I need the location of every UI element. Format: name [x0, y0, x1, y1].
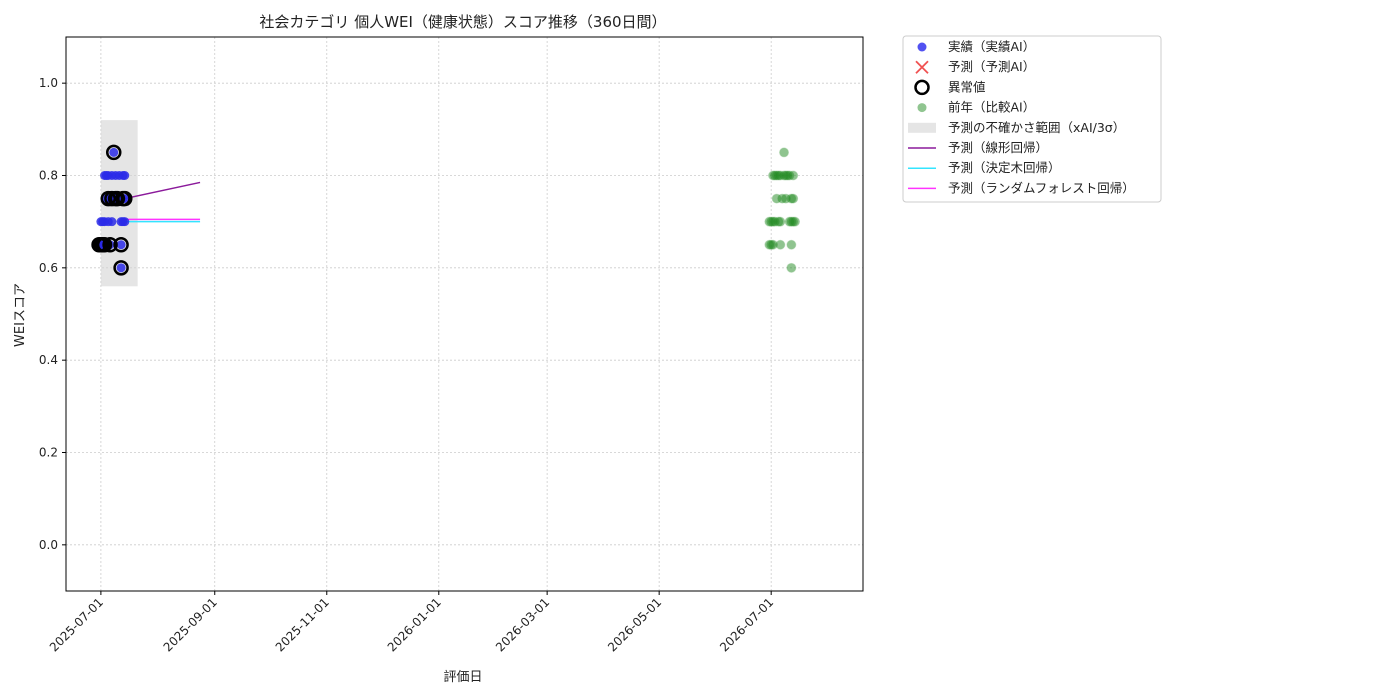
legend-label: 予測（線形回帰）: [948, 140, 1048, 155]
actual-point: [120, 217, 130, 227]
actual-point: [116, 263, 126, 273]
legend-label: 予測（ランダムフォレスト回帰）: [948, 180, 1135, 195]
plot-frame: [65, 36, 864, 592]
x-tick-label: 2026-07-01: [717, 595, 776, 654]
x-tick-label: 2026-05-01: [605, 595, 664, 654]
previous-year-point: [788, 193, 799, 204]
previous-year-point: [786, 239, 797, 250]
x-tick-label: 2025-09-01: [161, 595, 220, 654]
y-tick-label: 1.0: [39, 76, 58, 90]
x-tick-label: 2025-07-01: [47, 595, 106, 654]
actual-point: [116, 240, 126, 250]
x-axis-label: 評価日: [443, 670, 482, 685]
x-tick-label: 2026-01-01: [385, 595, 444, 654]
previous-year-point: [790, 216, 801, 227]
y-tick-label: 0.2: [39, 446, 58, 460]
legend-label: 予測（予測AI）: [948, 59, 1035, 74]
y-tick-label: 0.0: [39, 538, 58, 552]
previous-year-point: [786, 262, 797, 273]
chart-title: 社会カテゴリ 個人WEI（健康状態）スコア推移（360日間）: [259, 13, 666, 31]
actual-point: [107, 217, 117, 227]
legend: 実績（実績AI） 予測（予測AI） 異常値前年（比較AI） 予測の不確かさ範囲（xAI…: [902, 35, 1162, 203]
legend-label: 異常値: [948, 79, 986, 94]
chart-canvas: 社会カテゴリ 個人WEI（健康状態）スコア推移（360日間） 0.0 0.2 0.4…: [13, 13, 1162, 685]
axes: 0.0 0.2 0.4 0.6 0.8 1.0 2025-07-01 2025-09-01 20…: [39, 36, 864, 654]
legend-label: 予測（決定木回帰）: [948, 160, 1061, 175]
y-tick-label: 0.8: [39, 169, 58, 183]
previous-year-point: [775, 239, 786, 250]
legend-label: 前年（比較AI）: [948, 100, 1035, 115]
legend-marker-previous-year: [917, 103, 927, 113]
plot-area: [66, 37, 863, 591]
x-tick-label: 2025-11-01: [273, 595, 332, 654]
x-tick-label: 2026-03-01: [493, 595, 552, 654]
y-tick-label: 0.4: [39, 353, 58, 367]
previous-year-point: [775, 216, 786, 227]
actual-point: [120, 171, 130, 180]
y-axis-label: WEIスコア: [13, 283, 28, 347]
actual-point: [109, 147, 119, 157]
y-tick-label: 0.6: [39, 261, 58, 275]
previous-year-point: [779, 147, 790, 158]
legend-label: 実績（実績AI）: [948, 39, 1035, 54]
legend-marker-band: [908, 122, 936, 133]
legend-label: 予測の不確かさ範囲（xAI/3σ）: [948, 120, 1125, 135]
previous-year-point: [788, 170, 799, 181]
legend-marker-actual: [917, 42, 927, 52]
